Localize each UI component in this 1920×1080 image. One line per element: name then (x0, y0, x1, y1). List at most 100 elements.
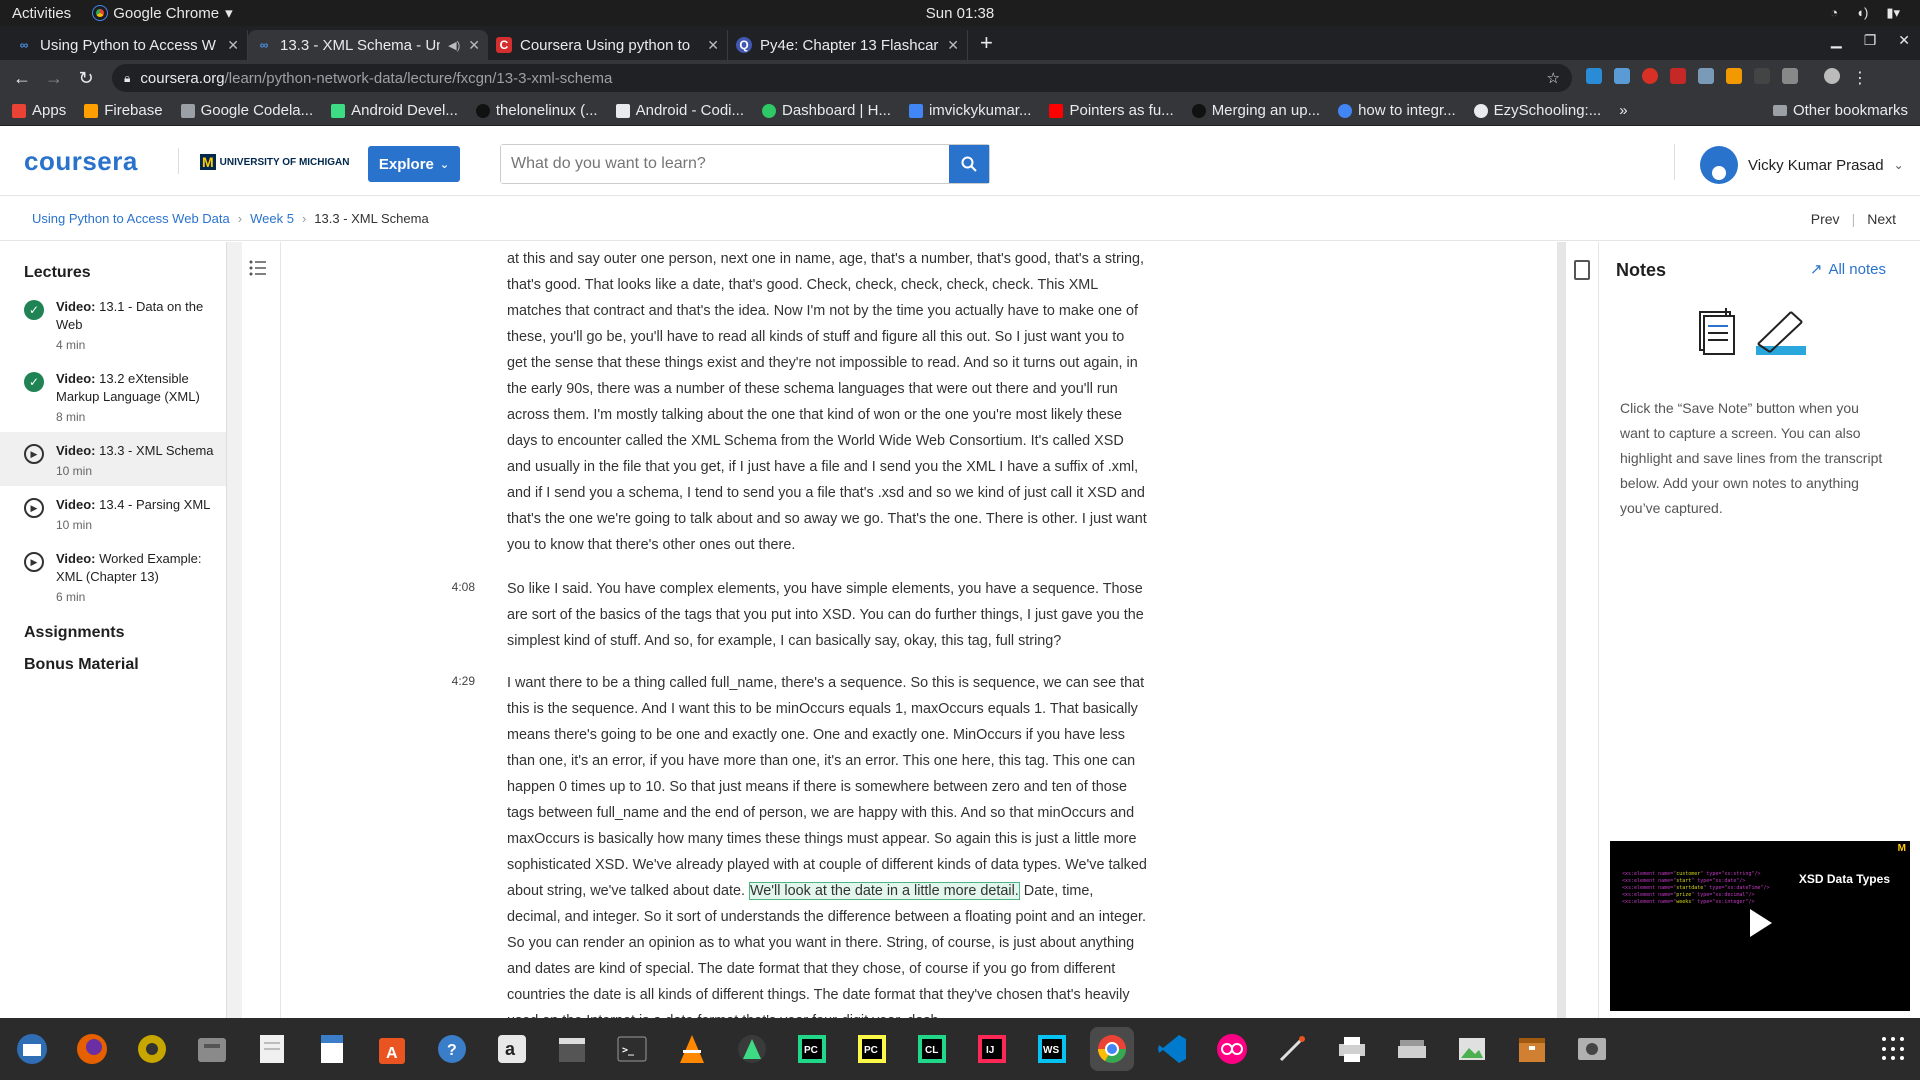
android-studio-icon[interactable] (730, 1027, 774, 1071)
breadcrumb-course-link[interactable]: Using Python to Access Web Data (32, 211, 230, 226)
vlc-icon[interactable] (670, 1027, 714, 1071)
transcript-scrollbar[interactable] (1557, 242, 1565, 1018)
browser-tab[interactable]: C Coursera Using python to ✕ (488, 30, 728, 60)
extension-icon[interactable] (1586, 68, 1602, 84)
lecture-item[interactable]: ✓ Video: 13.2 eXtensible Markup Language… (0, 360, 226, 432)
amazon-icon[interactable]: a (490, 1027, 534, 1071)
close-icon[interactable]: ✕ (947, 37, 959, 54)
transcript-paragraph[interactable]: at this and say outer one person, next o… (282, 246, 1282, 558)
extension-icon[interactable] (1614, 68, 1630, 84)
text-editor-icon[interactable] (250, 1027, 294, 1071)
menu-kebab-icon[interactable]: ⋮ (1852, 68, 1868, 88)
browser-tab[interactable]: ∞ Using Python to Access W ✕ (8, 30, 248, 60)
close-window-icon[interactable]: ✕ (1898, 32, 1910, 49)
extension-icon[interactable] (1670, 68, 1686, 84)
bookmark-star-icon[interactable]: ☆ (1547, 69, 1560, 87)
screenshot-icon[interactable] (1570, 1027, 1614, 1071)
document-icon[interactable] (1574, 260, 1590, 280)
pen-tool-icon[interactable] (1270, 1027, 1314, 1071)
files-icon[interactable] (190, 1027, 234, 1071)
system-tray[interactable]: ◔ ◖) ▮▾ (1830, 5, 1900, 21)
lecture-item[interactable]: ✓ Video: 13.1 - Data on the Web 4 min (0, 288, 226, 360)
extension-icon[interactable] (1726, 68, 1742, 84)
timestamp[interactable]: 4:29 (282, 670, 507, 1018)
bookmark-item[interactable]: Android - Codi... (615, 102, 744, 119)
browser-tab[interactable]: Q Py4e: Chapter 13 Flashcar ✕ (728, 30, 968, 60)
show-applications-icon[interactable] (1882, 1037, 1906, 1061)
address-bar[interactable]: 🔒︎ coursera.org /learn/python-network-da… (112, 64, 1572, 92)
extension-icon[interactable] (1754, 68, 1770, 84)
activities-button[interactable]: Activities (12, 5, 71, 22)
search-input[interactable] (501, 145, 949, 183)
close-icon[interactable]: ✕ (227, 37, 239, 54)
writer-icon[interactable] (310, 1027, 354, 1071)
app-menu[interactable]: Google Chrome ▾ (92, 4, 233, 22)
sidebar-scrollbar[interactable] (226, 242, 242, 1018)
prev-button[interactable]: Prev (1811, 211, 1840, 227)
bookmark-apps[interactable]: Apps (12, 102, 66, 119)
clock[interactable]: Sun 01:38 (926, 5, 994, 22)
video-clapper-icon[interactable] (550, 1027, 594, 1071)
webstorm-icon[interactable]: WS (1030, 1027, 1074, 1071)
search-button[interactable] (949, 145, 989, 183)
bookmarks-overflow-button[interactable]: » (1619, 102, 1627, 119)
image-viewer-icon[interactable] (1450, 1027, 1494, 1071)
timestamp[interactable]: 4:08 (282, 576, 507, 654)
bookmark-item[interactable]: Pointers as fu... (1049, 102, 1174, 119)
printer-icon[interactable] (1330, 1027, 1374, 1071)
bookmark-item[interactable]: Dashboard | H... (762, 102, 891, 119)
new-tab-button[interactable]: + (980, 30, 993, 56)
bookmark-item[interactable]: how to integr... (1338, 102, 1456, 119)
software-center-icon[interactable]: A (370, 1027, 414, 1071)
speaker-icon[interactable]: ◀) (448, 39, 460, 52)
back-arrow-icon[interactable]: ← (6, 68, 38, 89)
flickr-icon[interactable] (1210, 1027, 1254, 1071)
chrome-icon[interactable] (1090, 1027, 1134, 1071)
bookmark-item[interactable]: Android Devel... (331, 102, 458, 119)
forward-arrow-icon[interactable]: → (38, 68, 70, 89)
bonus-material-link[interactable]: Bonus Material (0, 656, 226, 674)
transcript-paragraph[interactable]: 4:29 I want there to be a thing called f… (282, 670, 1282, 1018)
firefox-icon[interactable] (70, 1027, 114, 1071)
close-icon[interactable]: ✕ (468, 37, 480, 54)
lecture-item[interactable]: ▶ Video: Worked Example: XML (Chapter 13… (0, 540, 226, 612)
table-of-contents-icon[interactable] (248, 258, 268, 278)
play-icon[interactable] (1750, 909, 1772, 937)
coursera-logo[interactable]: coursera (24, 146, 138, 177)
help-icon[interactable]: ? (430, 1027, 474, 1071)
close-icon[interactable]: ✕ (707, 37, 719, 54)
transcript-paragraph[interactable]: 4:08 So like I said. You have complex el… (282, 576, 1282, 654)
other-bookmarks[interactable]: Other bookmarks (1772, 102, 1908, 119)
archive-icon[interactable] (1510, 1027, 1554, 1071)
lecture-item[interactable]: ▶ Video: 13.4 - Parsing XML 10 min (0, 486, 226, 540)
bookmark-item[interactable]: Google Codela... (180, 102, 313, 119)
scanner-icon[interactable] (1390, 1027, 1434, 1071)
minimize-icon[interactable]: ▁ (1831, 32, 1842, 49)
intellij-icon[interactable]: IJ (970, 1027, 1014, 1071)
reload-icon[interactable]: ↻ (70, 68, 102, 89)
pycharm-pro-icon[interactable]: PC (850, 1027, 894, 1071)
extension-icon[interactable] (1642, 68, 1658, 84)
assignments-link[interactable]: Assignments (0, 624, 226, 642)
lecture-item-active[interactable]: ▶ Video: 13.3 - XML Schema 10 min (0, 432, 226, 486)
bookmark-item[interactable]: Firebase (84, 102, 163, 119)
clion-icon[interactable]: CL (910, 1027, 954, 1071)
thunderbird-icon[interactable] (10, 1027, 54, 1071)
highlighted-line[interactable]: We'll look at the date in a little more … (748, 882, 1020, 900)
user-menu[interactable]: Vicky Kumar Prasad ⌄ (1700, 146, 1904, 184)
bookmark-item[interactable]: EzySchooling:... (1473, 102, 1601, 119)
pycharm-ce-icon[interactable]: PC (790, 1027, 834, 1071)
profile-icon[interactable] (1824, 68, 1840, 84)
rhythmbox-icon[interactable] (130, 1027, 174, 1071)
video-thumbnail[interactable]: M <xs:element name="customer" type="xs:s… (1610, 841, 1910, 1011)
university-logo[interactable]: M UNIVERSITY OF MICHIGAN (200, 154, 350, 170)
extension-icon[interactable] (1698, 68, 1714, 84)
next-button[interactable]: Next (1867, 211, 1896, 227)
breadcrumb-week-link[interactable]: Week 5 (250, 211, 294, 226)
bookmark-item[interactable]: thelonelinux (... (475, 102, 598, 119)
bookmark-item[interactable]: Merging an up... (1191, 102, 1320, 119)
vscode-icon[interactable] (1150, 1027, 1194, 1071)
browser-tab-active[interactable]: ∞ 13.3 - XML Schema - Un ◀) ✕ (248, 30, 488, 60)
extension-icon[interactable] (1782, 68, 1798, 84)
terminal-icon[interactable]: >_ (610, 1027, 654, 1071)
